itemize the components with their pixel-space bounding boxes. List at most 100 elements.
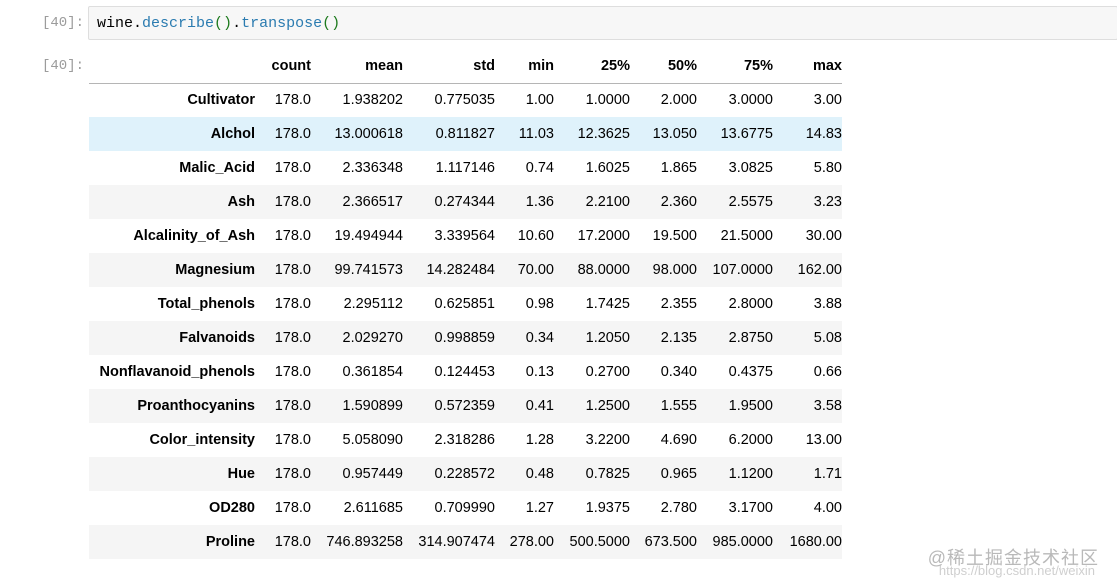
- table-cell: 178.0: [274, 296, 311, 312]
- code-line: wine.describe().transpose(): [97, 15, 340, 32]
- table-cell: 178.0: [274, 466, 311, 482]
- table-cell: 0.98: [525, 296, 554, 312]
- table-cell: 0.228572: [434, 466, 495, 482]
- table-cell: 1.1200: [728, 466, 773, 482]
- table-cell: 30.00: [805, 228, 842, 244]
- table-cell: 0.124453: [434, 364, 495, 380]
- column-header: 25%: [554, 49, 630, 84]
- table-cell: 178.0: [274, 398, 311, 414]
- table-cell: 0.34: [525, 330, 554, 346]
- table-cell: 278.00: [509, 534, 554, 550]
- table-cell: 3.0825: [728, 160, 773, 176]
- table-cell: 178.0: [274, 160, 311, 176]
- row-index-label: Malic_Acid: [179, 160, 255, 176]
- table-header-row: count mean std min 25% 50% 75% max: [89, 49, 842, 84]
- table-cell: 0.13: [525, 364, 554, 380]
- table-cell: 673.500: [644, 534, 697, 550]
- table-row[interactable]: Alchol 178.0 13.000618 0.811827 11.03 12.3625…: [89, 117, 842, 151]
- table-cell: 2.8000: [728, 296, 773, 312]
- table-cell: 14.282484: [426, 262, 495, 278]
- table-cell: 88.0000: [577, 262, 630, 278]
- table-cell: 178.0: [274, 330, 311, 346]
- column-header: mean: [311, 49, 403, 84]
- table-cell: 0.625851: [434, 296, 495, 312]
- table-row[interactable]: Hue 178.0 0.957449 0.228572 0.48 0.7825 0.965 1…: [89, 457, 842, 491]
- table-cell: 5.80: [813, 160, 842, 176]
- row-index-label: Total_phenols: [157, 296, 255, 312]
- table-cell: 500.5000: [569, 534, 630, 550]
- column-header: count: [263, 49, 311, 84]
- table-cell: 0.274344: [434, 194, 495, 210]
- table-cell: 1.36: [525, 194, 554, 210]
- table-row[interactable]: Proanthocyanins 178.0 1.590899 0.572359 0.41…: [89, 389, 842, 423]
- table-row[interactable]: Total_phenols 178.0 2.295112 0.625851 0.98 1.…: [89, 287, 842, 321]
- table-row[interactable]: Color_intensity 178.0 5.058090 2.318286 1.28…: [89, 423, 842, 457]
- table-cell: 2.5575: [728, 194, 773, 210]
- table-cell: 0.4375: [728, 364, 773, 380]
- table-cell: 2.318286: [434, 432, 495, 448]
- table-cell: 3.0000: [728, 92, 773, 109]
- table-cell: 10.60: [517, 228, 554, 244]
- table-cell: 11.03: [518, 126, 554, 142]
- table-cell: 13.00: [805, 432, 842, 448]
- table-cell: 3.1700: [728, 500, 773, 516]
- describe-table: count mean std min 25% 50% 75% max Cultivator 17…: [89, 49, 842, 559]
- table-cell: 2.780: [660, 500, 697, 516]
- column-header: max: [773, 49, 842, 84]
- table-cell: 0.998859: [434, 330, 495, 346]
- code-cell[interactable]: wine.describe().transpose(): [88, 6, 1117, 40]
- table-cell: 4.00: [813, 500, 842, 516]
- row-index-label: Cultivator: [187, 92, 255, 109]
- table-row[interactable]: Nonflavanoid_phenols 178.0 0.361854 0.12445…: [89, 355, 843, 389]
- table-cell: 2.029270: [342, 330, 403, 346]
- table-row[interactable]: OD280 178.0 2.611685 0.709990 1.27 1.9375 2.78…: [89, 491, 842, 525]
- table-cell: 19.494944: [334, 228, 403, 244]
- table-cell: 13.6775: [720, 126, 773, 142]
- table-cell: 1.117146: [435, 160, 495, 176]
- table-cell: 178.0: [274, 126, 311, 142]
- table-row[interactable]: Cultivator 178.0 1.938202 0.775035 1.00 1.000…: [89, 83, 842, 117]
- row-index-label: Ash: [227, 194, 255, 210]
- table-row[interactable]: Proline 178.0 746.893258 314.907474 278.00 50…: [89, 525, 842, 559]
- column-header: min: [495, 49, 554, 84]
- table-cell: 1.71: [813, 466, 842, 482]
- table-cell: 178.0: [274, 228, 311, 244]
- table-cell: 1.6025: [585, 160, 630, 176]
- table-cell: 1.0000: [585, 92, 630, 109]
- table-row[interactable]: Malic_Acid 178.0 2.336348 1.117146 0.74 1.602…: [89, 151, 842, 185]
- table-row[interactable]: Ash 178.0 2.366517 0.274344 1.36 2.2100 2.360 2…: [89, 185, 842, 219]
- table-cell: 0.66: [813, 364, 842, 380]
- table-cell: 1.555: [660, 398, 697, 414]
- table-cell: 0.361854: [342, 364, 403, 380]
- column-header: 75%: [697, 49, 773, 84]
- table-cell: 3.88: [813, 296, 842, 312]
- output-prompt: [40]:: [41, 58, 84, 74]
- code-paren: (): [322, 15, 341, 32]
- code-call-transpose: transpose: [241, 15, 323, 32]
- table-cell: 985.0000: [712, 534, 773, 550]
- table-cell: 13.050: [652, 126, 697, 142]
- table-cell: 1.2500: [585, 398, 630, 414]
- table-cell: 0.965: [660, 466, 697, 482]
- table-cell: 0.572359: [434, 398, 495, 414]
- table-cell: 0.775035: [434, 92, 495, 109]
- row-index-label: OD280: [209, 500, 255, 516]
- table-cell: 1.00: [525, 92, 554, 109]
- table-cell: 2.611685: [343, 500, 403, 516]
- table-cell: 314.907474: [418, 534, 495, 550]
- row-index-label: Color_intensity: [149, 432, 255, 448]
- column-header: 50%: [630, 49, 697, 84]
- table-row[interactable]: Falvanoids 178.0 2.029270 0.998859 0.34 1.205…: [89, 321, 842, 355]
- code-dot: .: [133, 15, 143, 32]
- table-cell: 0.811827: [435, 126, 495, 142]
- table-row[interactable]: Magnesium 178.0 99.741573 14.282484 70.00 88.…: [89, 253, 842, 287]
- table-body: Cultivator 178.0 1.938202 0.775035 1.00 1.000…: [89, 83, 842, 559]
- table-cell: 1.9500: [728, 398, 773, 414]
- table-cell: 70.00: [517, 262, 554, 278]
- table-cell: 178.0: [274, 500, 311, 516]
- row-index-label: Alcalinity_of_Ash: [133, 228, 255, 244]
- table-cell: 0.709990: [434, 500, 495, 516]
- table-cell: 3.2200: [585, 432, 630, 448]
- table-row[interactable]: Alcalinity_of_Ash 178.0 19.494944 3.339564 1…: [89, 219, 842, 253]
- table-cell: 0.340: [660, 364, 697, 380]
